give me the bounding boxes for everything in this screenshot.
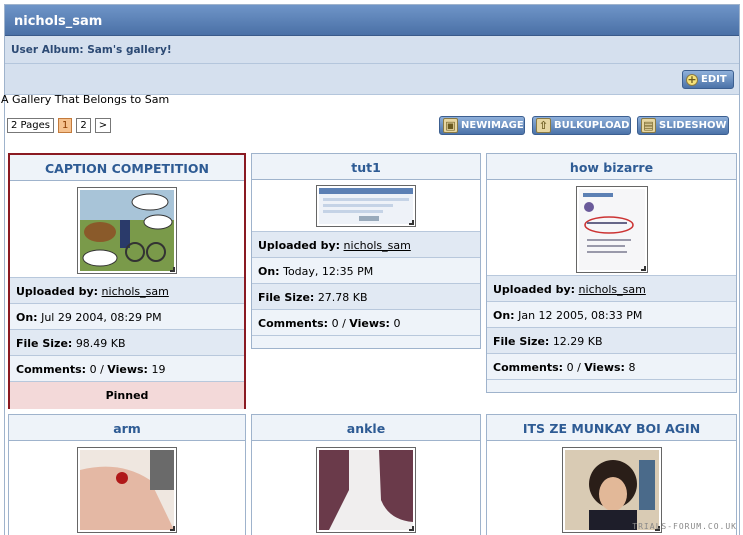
filesize-row: File Size: 27.78 KB — [252, 284, 480, 310]
gallery-description: A Gallery That Belongs to Sam — [1, 93, 170, 106]
upload-icon: ⇧ — [536, 118, 551, 133]
image-thumbnail[interactable] — [575, 186, 648, 273]
tutorial-screenshot — [319, 188, 413, 224]
image-title[interactable]: arm — [9, 415, 245, 441]
page-title: nichols_sam — [5, 5, 739, 36]
image-title[interactable]: tut1 — [252, 154, 480, 180]
uploader-row: Uploaded by: nichols_sam — [10, 278, 244, 304]
pagination: 2 Pages 1 2 > — [7, 118, 112, 133]
image-card: tut1 Uploaded by: nichols_sam On: Today,… — [251, 153, 481, 349]
page-link-1[interactable]: 1 — [57, 118, 73, 133]
new-image-label: NEWIMAGE — [461, 120, 524, 131]
image-card: ankle — [251, 414, 481, 535]
uploader-row: Uploaded by: nichols_sam — [252, 232, 480, 258]
image-thumbnail[interactable] — [561, 447, 662, 533]
pinned-badge: Pinned — [10, 382, 244, 409]
image-thumbnail[interactable] — [77, 447, 177, 533]
new-image-button[interactable]: ▣ NEWIMAGE — [439, 116, 525, 135]
image-card: ITS ZE MUNKAY BOI AGIN — [486, 414, 737, 535]
uploader-row: Uploaded by: nichols_sam — [487, 276, 736, 302]
filesize-row: File Size: 98.49 KB — [10, 330, 244, 356]
stats-row: Comments: 0 / Views: 8 — [487, 354, 736, 380]
edit-label: EDIT — [701, 74, 727, 85]
stats-row: Comments: 0 / Views: 19 — [10, 356, 244, 382]
bulk-upload-button[interactable]: ⇧ BULKUPLOAD — [532, 116, 631, 135]
slideshow-button[interactable]: ▤ SLIDESHOW — [637, 116, 729, 135]
date-row: On: Jan 12 2005, 08:33 PM — [487, 302, 736, 328]
uploader-link[interactable]: nichols_sam — [579, 283, 646, 296]
album-subtitle: User Album: Sam's gallery! — [5, 36, 739, 64]
ankle-photo — [319, 450, 413, 530]
image-card: how bizarre Uploaded by: nichols_sam On:… — [486, 153, 737, 393]
next-page-link[interactable]: > — [94, 118, 112, 133]
site-watermark: TRIALS-FORUM.CO.UK — [632, 522, 737, 531]
toolbar: + EDIT — [5, 64, 739, 95]
image-card: CAPTION COMPETITION Uploaded by: nichols… — [8, 153, 246, 409]
image-title[interactable]: CAPTION COMPETITION — [10, 155, 244, 181]
filesize-row: File Size: 12.29 KB — [487, 328, 736, 354]
image-title[interactable]: how bizarre — [487, 154, 736, 180]
munkay-photo — [564, 450, 659, 530]
image-thumbnail[interactable] — [316, 185, 416, 227]
image-title[interactable]: ankle — [252, 415, 480, 441]
stats-row: Comments: 0 / Views: 0 — [252, 310, 480, 336]
caption-competition-photo — [80, 190, 174, 271]
bizarre-screenshot — [578, 189, 645, 270]
arm-photo — [80, 450, 174, 530]
date-row: On: Today, 12:35 PM — [252, 258, 480, 284]
image-thumbnail[interactable] — [77, 187, 177, 274]
bulk-upload-label: BULKUPLOAD — [554, 120, 630, 131]
slideshow-icon: ▤ — [641, 118, 656, 133]
image-icon: ▣ — [443, 118, 458, 133]
date-row: On: Jul 29 2004, 08:29 PM — [10, 304, 244, 330]
page-link-2[interactable]: 2 — [76, 118, 91, 133]
uploader-link[interactable]: nichols_sam — [344, 239, 411, 252]
image-title[interactable]: ITS ZE MUNKAY BOI AGIN — [487, 415, 736, 441]
edit-button[interactable]: + EDIT — [682, 70, 734, 89]
plus-icon: + — [686, 73, 698, 86]
image-thumbnail[interactable] — [316, 447, 416, 533]
slideshow-label: SLIDESHOW — [659, 120, 727, 131]
page-count[interactable]: 2 Pages — [7, 118, 54, 133]
image-card: arm — [8, 414, 246, 535]
uploader-link[interactable]: nichols_sam — [102, 285, 169, 298]
